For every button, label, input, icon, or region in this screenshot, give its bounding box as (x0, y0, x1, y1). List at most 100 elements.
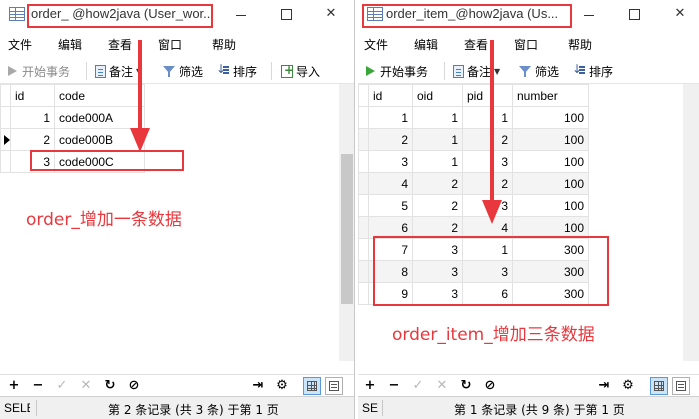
discard-changes-icon[interactable]: ✕ (78, 378, 94, 394)
row-indicator[interactable] (358, 238, 369, 261)
row-indicator[interactable] (358, 128, 369, 151)
grid-view-button[interactable] (650, 377, 668, 395)
go-to-end-icon[interactable]: ⇥ (596, 378, 612, 394)
row-indicator[interactable] (0, 128, 11, 151)
scrollbar-thumb[interactable] (341, 154, 353, 304)
cell-oid[interactable]: 2 (412, 194, 463, 217)
apply-changes-icon[interactable]: ✓ (410, 378, 426, 394)
close-button[interactable]: ✕ (668, 4, 692, 24)
cell-oid[interactable]: 2 (412, 172, 463, 195)
minimize-button[interactable] (577, 4, 601, 24)
settings-gear-icon[interactable]: ⚙ (274, 378, 290, 394)
menu-bar: 文件 编辑 查看 窗口 帮助 (358, 34, 699, 54)
row-indicator[interactable] (358, 194, 369, 217)
add-record-icon[interactable]: + (362, 378, 378, 394)
grid-view-button[interactable] (303, 377, 321, 395)
vertical-scrollbar[interactable] (683, 84, 699, 361)
sort-icon (216, 62, 230, 78)
begin-transaction-button[interactable]: 开始事务 (363, 62, 428, 80)
refresh-icon[interactable]: ↻ (458, 378, 474, 394)
cell-id[interactable]: 3 (368, 150, 413, 173)
table-row[interactable]: 3 1 3 100 (358, 150, 589, 173)
menu-file[interactable]: 文件 (364, 36, 388, 53)
table-row[interactable]: 1 1 1 100 (358, 106, 589, 129)
current-row-icon (4, 135, 10, 145)
form-view-icon (676, 381, 686, 391)
status-record-info: 第 1 条记录 (共 9 条) 于第 1 页 (454, 403, 625, 417)
row-indicator[interactable] (358, 106, 369, 129)
sort-button[interactable]: 排序 (216, 62, 257, 80)
delete-record-icon[interactable]: − (386, 378, 402, 394)
vertical-scrollbar[interactable] (339, 84, 354, 361)
table-row[interactable]: 1 code000A (0, 106, 145, 129)
menu-file[interactable]: 文件 (8, 36, 32, 53)
table-row[interactable]: 2 1 2 100 (358, 128, 589, 151)
apply-changes-icon[interactable]: ✓ (54, 378, 70, 394)
row-indicator[interactable] (358, 260, 369, 283)
cell-number[interactable]: 100 (512, 172, 589, 195)
table-row[interactable]: 4 2 2 100 (358, 172, 589, 195)
cell-number[interactable]: 100 (512, 128, 589, 151)
row-indicator[interactable] (0, 106, 11, 129)
menu-edit[interactable]: 编辑 (414, 36, 438, 53)
sort-icon (572, 62, 586, 78)
form-view-button[interactable] (672, 377, 690, 395)
cell-oid[interactable]: 1 (412, 106, 463, 129)
filter-button[interactable]: 筛选 (518, 62, 559, 80)
table-row[interactable]: 5 2 3 100 (358, 194, 589, 217)
discard-changes-icon[interactable]: ✕ (434, 378, 450, 394)
grid-view-icon (654, 381, 664, 391)
settings-gear-icon[interactable]: ⚙ (620, 378, 636, 394)
filter-button[interactable]: 筛选 (162, 62, 203, 80)
column-header-oid[interactable]: oid (412, 84, 463, 107)
status-bar: SELE 第 2 条记录 (共 3 条) 于第 1 页 (0, 396, 354, 419)
cell-id[interactable]: 5 (368, 194, 413, 217)
annotation-box-left-title (27, 4, 213, 28)
cell-number[interactable]: 100 (512, 106, 589, 129)
form-view-button[interactable] (325, 377, 343, 395)
cell-id[interactable]: 1 (10, 106, 55, 129)
cell-id[interactable]: 1 (368, 106, 413, 129)
cell-number[interactable]: 100 (512, 150, 589, 173)
row-indicator[interactable] (358, 216, 369, 239)
minimize-button[interactable] (229, 4, 253, 24)
stop-icon[interactable]: ⊘ (126, 378, 142, 394)
maximize-button[interactable] (274, 4, 298, 24)
column-header-number[interactable]: number (512, 84, 589, 107)
begin-transaction-label: 开始事务 (380, 64, 429, 79)
delete-record-icon[interactable]: − (30, 378, 46, 394)
filter-label: 筛选 (535, 64, 560, 79)
cell-id[interactable]: 4 (368, 172, 413, 195)
menu-help[interactable]: 帮助 (212, 36, 236, 53)
go-to-end-icon[interactable]: ⇥ (250, 378, 266, 394)
begin-transaction-button[interactable]: 开始事务 (5, 62, 70, 80)
menu-edit[interactable]: 编辑 (58, 36, 82, 53)
stop-icon[interactable]: ⊘ (482, 378, 498, 394)
menu-window[interactable]: 窗口 (514, 36, 538, 53)
table-row[interactable]: 2 code000B (0, 128, 145, 151)
cell-number[interactable]: 100 (512, 194, 589, 217)
cell-oid[interactable]: 1 (412, 150, 463, 173)
row-indicator[interactable] (0, 150, 11, 173)
cell-id[interactable]: 2 (368, 128, 413, 151)
row-indicator[interactable] (358, 282, 369, 305)
maximize-button[interactable] (622, 4, 646, 24)
add-record-icon[interactable]: + (6, 378, 22, 394)
cell-oid[interactable]: 1 (412, 128, 463, 151)
annotation-arrow-left (130, 40, 150, 152)
cell-id[interactable]: 2 (10, 128, 55, 151)
menu-help[interactable]: 帮助 (568, 36, 592, 53)
row-indicator[interactable] (358, 150, 369, 173)
menu-window[interactable]: 窗口 (158, 36, 182, 53)
play-icon (363, 64, 377, 78)
import-button[interactable]: 导入 (281, 62, 320, 80)
close-button[interactable]: ✕ (319, 4, 343, 24)
column-header-id[interactable]: id (368, 84, 413, 107)
row-indicator[interactable] (358, 172, 369, 195)
begin-transaction-label: 开始事务 (22, 64, 71, 79)
play-icon (5, 64, 19, 78)
status-record-info: 第 2 条记录 (共 3 条) 于第 1 页 (108, 403, 279, 417)
column-header-id[interactable]: id (10, 84, 55, 107)
refresh-icon[interactable]: ↻ (102, 378, 118, 394)
sort-button[interactable]: 排序 (572, 62, 613, 80)
